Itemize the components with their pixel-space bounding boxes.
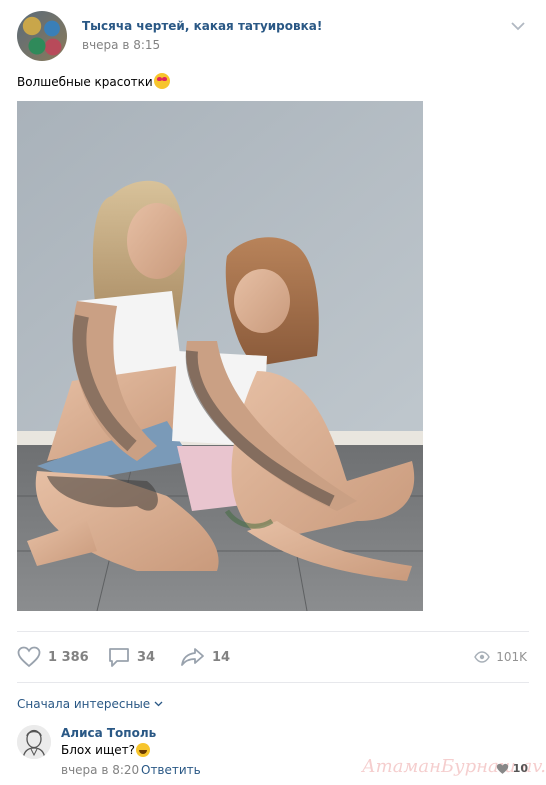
avatar-image [17,725,51,759]
reply-button[interactable]: Ответить [141,763,201,777]
like-button[interactable]: 1 386 [17,645,89,669]
heart-icon [496,763,508,774]
post-text: Волшебные красотки [17,73,170,89]
comment-button[interactable]: 34 [108,645,155,669]
comments-count: 34 [137,649,156,665]
post-header: Тысяча чертей, какая татуировка! вчера в… [17,11,529,61]
sort-label: Сначала интересные [17,697,151,711]
post-timestamp[interactable]: вчера в 8:15 [82,38,160,52]
heart-eyes-emoji-icon [153,73,170,89]
chevron-down-icon[interactable] [511,21,525,31]
comment-text: Блох ищет? [61,743,151,757]
eye-icon [474,651,491,663]
share-icon [181,648,204,666]
comment-timestamp[interactable]: вчера в 8:20 [61,763,139,777]
shares-count: 14 [212,649,231,665]
comment-likes-count: 10 [512,762,528,775]
chevron-down-icon [154,701,163,707]
grinning-emoji-icon [136,743,151,757]
views-counter: 101K [474,645,527,669]
comment-text-content: Блох ищет? [61,743,136,757]
share-button[interactable]: 14 [181,645,230,669]
group-avatar[interactable] [17,11,67,61]
likes-count: 1 386 [48,649,89,665]
views-count: 101K [496,650,527,664]
comment-like-button[interactable]: 10 [496,762,528,775]
group-name-link[interactable]: Тысяча чертей, какая татуировка! [82,19,322,33]
photo-image [17,101,423,611]
comment-author-name[interactable]: Алиса Тополь [61,726,156,740]
post-text-content: Волшебные красотки [17,75,153,89]
post-actions: 1 386 34 14 101K [17,645,529,669]
separator [17,631,529,632]
heart-icon [17,646,41,668]
comments-sort-dropdown[interactable]: Сначала интересные [17,697,163,711]
separator [17,682,529,683]
comment-author-avatar[interactable] [17,725,51,759]
comment-icon [109,648,129,667]
post-photo[interactable] [17,101,423,611]
